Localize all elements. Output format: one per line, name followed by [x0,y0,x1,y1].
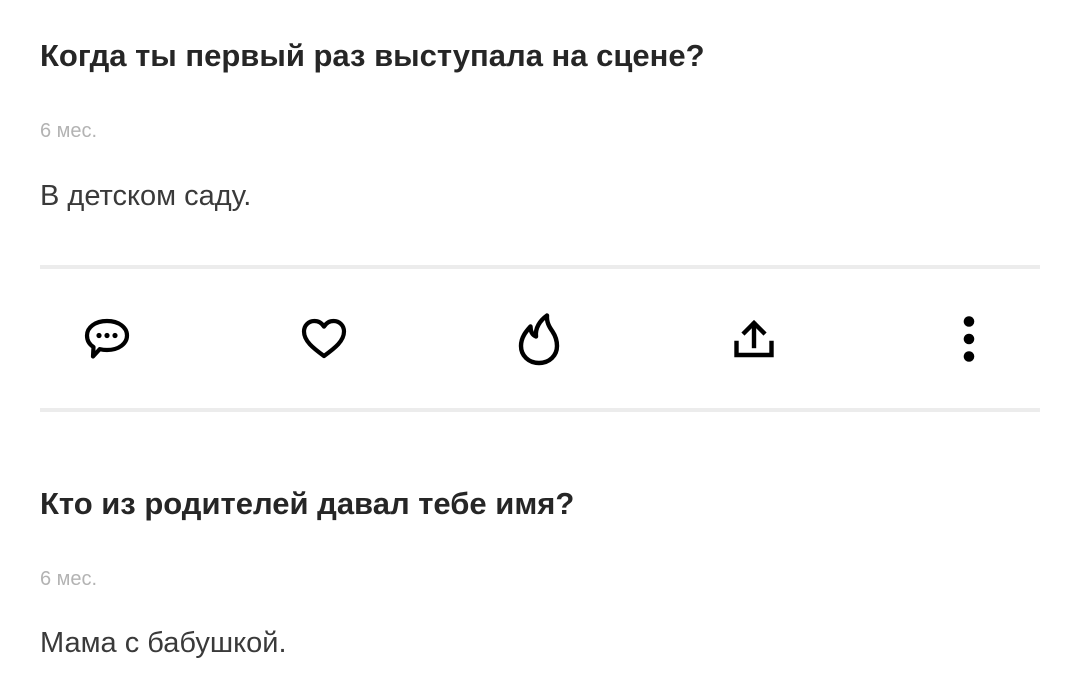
post-answer: Мама с бабушкой. [40,627,287,659]
divider [40,408,1040,412]
post-timestamp: 6 мес. [40,120,98,142]
fire-button[interactable] [509,309,569,369]
comment-button[interactable] [77,309,137,369]
share-icon [734,319,774,358]
post-answer: В детском саду. [40,180,252,212]
post-question[interactable]: Кто из родителей давал тебе имя? [40,485,574,523]
heart-icon [301,318,347,359]
comment-icon [84,318,130,359]
fire-icon [518,313,560,366]
more-vertical-icon [963,316,975,362]
more-options-button[interactable] [939,309,999,369]
like-button[interactable] [294,309,354,369]
post-timestamp: 6 мес. [40,568,98,590]
post-action-bar [0,269,1080,408]
post-question[interactable]: Когда ты первый раз выступала на сцене? [40,37,705,75]
share-button[interactable] [724,309,784,369]
